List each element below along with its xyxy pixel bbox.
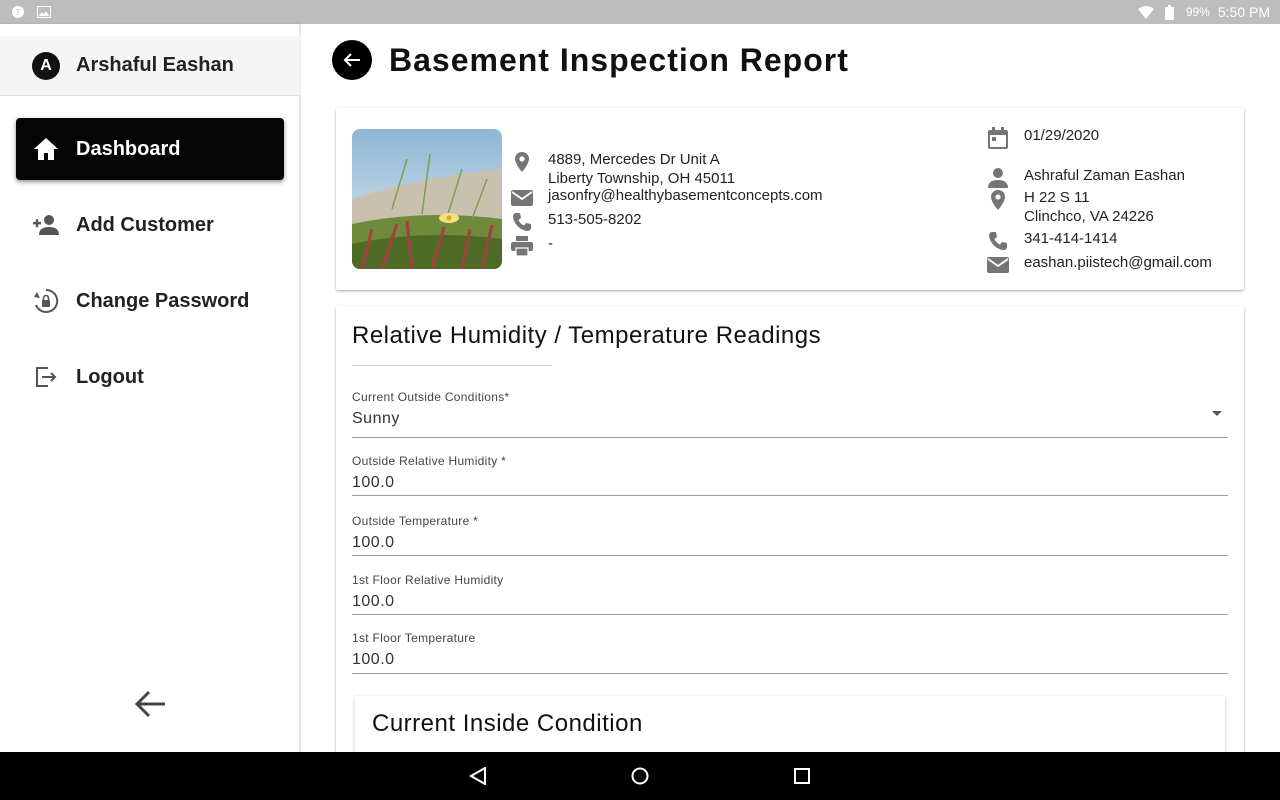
inspector-phone-row: 341-414-1414 — [986, 229, 1117, 253]
back-nav-icon[interactable] — [466, 764, 490, 788]
main-content: Basement Inspection Report 4889, Mercede… — [301, 24, 1280, 752]
person-icon — [986, 166, 1010, 190]
battery-icon — [1162, 4, 1178, 20]
inspector-address-line1: H 22 S 11 — [1024, 189, 1090, 206]
collapse-sidebar-button[interactable] — [130, 684, 170, 724]
field-label: Current Outside Conditions* — [352, 390, 510, 404]
avatar: A — [32, 51, 60, 80]
outside-conditions-dropdown[interactable]: Current Outside Conditions* Sunny — [352, 390, 1228, 438]
outside-humidity-input[interactable]: Outside Relative Humidity * 100.0 — [352, 454, 1228, 496]
first-floor-humidity-input[interactable]: 1st Floor Relative Humidity 100.0 — [352, 573, 1228, 615]
calendar-icon — [986, 126, 1010, 150]
location-icon — [986, 188, 1010, 212]
arrow-back-icon — [134, 690, 165, 718]
sidebar-item-logout[interactable]: Logout — [16, 346, 284, 408]
inspector-email[interactable]: eashan.piistech@gmail.com — [1024, 253, 1212, 272]
field-value: 100.0 — [352, 593, 395, 610]
email-icon — [986, 253, 1010, 277]
phone-icon — [510, 210, 534, 234]
phone-icon — [986, 229, 1010, 253]
section-title: Relative Humidity / Temperature Readings — [352, 322, 822, 349]
lock-reset-icon — [32, 287, 60, 315]
customer-email[interactable]: jasonfry@healthybasementconcepts.com — [548, 186, 823, 205]
outside-temperature-input[interactable]: Outside Temperature * 100.0 — [352, 514, 1228, 556]
sidebar-item-label: Logout — [76, 365, 144, 388]
customer-phone[interactable]: 513-505-8202 — [548, 210, 641, 229]
field-label: 1st Floor Temperature — [352, 631, 476, 645]
user-profile[interactable]: A Arshaful Eashan — [0, 36, 300, 96]
field-value: 100.0 — [352, 651, 395, 668]
customer-email-row: jasonfry@healthybasementconcepts.com — [510, 186, 823, 210]
field-value: 100.0 — [352, 534, 395, 551]
property-photo — [352, 129, 502, 269]
readings-card: Relative Humidity / Temperature Readings… — [336, 306, 1244, 752]
inspector-name: Ashraful Zaman Eashan — [1024, 167, 1185, 184]
sidebar-nav: Dashboard Add Customer Change Password L… — [0, 118, 300, 422]
customer-address-line2: Liberty Township, OH 45011 — [548, 170, 736, 187]
inspector-address-line2: Clinchco, VA 24226 — [1024, 208, 1154, 225]
battery-percent: 99% — [1185, 5, 1210, 19]
recents-nav-icon[interactable] — [790, 764, 814, 788]
sidebar-item-dashboard[interactable]: Dashboard — [16, 118, 284, 180]
status-bar: ? 99% 5:50 PM — [0, 0, 1280, 24]
sidebar-item-label: Add Customer — [76, 213, 214, 236]
inspection-date: 01/29/2020 — [1024, 127, 1100, 144]
first-floor-temperature-input[interactable]: 1st Floor Temperature 100.0 — [352, 631, 1228, 674]
home-icon — [32, 135, 60, 163]
field-label: Outside Relative Humidity * — [352, 454, 507, 468]
sidebar-item-label: Dashboard — [76, 137, 181, 160]
system-nav-bar — [0, 752, 1280, 800]
customer-address: 4889, Mercedes Dr Unit A Liberty Townshi… — [510, 150, 735, 188]
field-value: Sunny — [352, 410, 400, 427]
sidebar-item-change-password[interactable]: Change Password — [16, 270, 284, 332]
field-label: Outside Temperature * — [352, 514, 479, 528]
user-name: Arshaful Eashan — [76, 54, 234, 76]
logout-icon — [32, 363, 60, 391]
home-nav-icon[interactable] — [628, 764, 652, 788]
arrow-back-icon — [343, 53, 360, 67]
svg-text:?: ? — [16, 8, 20, 17]
inspector-email-row: eashan.piistech@gmail.com — [986, 253, 1212, 277]
sidebar: A Arshaful Eashan Dashboard Add Customer… — [0, 24, 300, 752]
sidebar-item-add-customer[interactable]: Add Customer — [16, 194, 284, 256]
page-title: Basement Inspection Report — [389, 42, 849, 78]
inspector-phone[interactable]: 341-414-1414 — [1024, 229, 1117, 248]
notification-icon: ? — [10, 5, 26, 19]
inside-condition-title: Current Inside Condition — [372, 710, 643, 737]
sidebar-item-label: Change Password — [76, 289, 250, 312]
section-divider — [352, 365, 552, 366]
inside-condition-card: Current Inside Condition — [355, 696, 1225, 752]
wifi-icon — [1137, 5, 1154, 19]
inspector-name-row: Ashraful Zaman Eashan — [986, 166, 1185, 190]
customer-fax: - — [548, 235, 553, 252]
inspector-address: H 22 S 11 Clinchco, VA 24226 — [986, 188, 1154, 226]
customer-address-line1: 4889, Mercedes Dr Unit A — [548, 151, 720, 168]
field-value: 100.0 — [352, 474, 395, 491]
clock: 5:50 PM — [1217, 4, 1270, 20]
location-icon — [510, 150, 534, 174]
image-icon — [36, 5, 52, 19]
printer-icon — [510, 234, 534, 258]
inspection-date-row: 01/29/2020 — [986, 126, 1099, 150]
dropdown-arrow-icon — [1212, 411, 1222, 416]
person-add-icon — [32, 211, 60, 239]
email-icon — [510, 186, 534, 210]
field-label: 1st Floor Relative Humidity — [352, 573, 504, 587]
customer-phone-row: 513-505-8202 — [510, 210, 641, 234]
customer-info-card: 4889, Mercedes Dr Unit A Liberty Townshi… — [336, 108, 1244, 290]
back-button[interactable] — [332, 40, 372, 80]
customer-fax-row: - — [510, 234, 553, 258]
